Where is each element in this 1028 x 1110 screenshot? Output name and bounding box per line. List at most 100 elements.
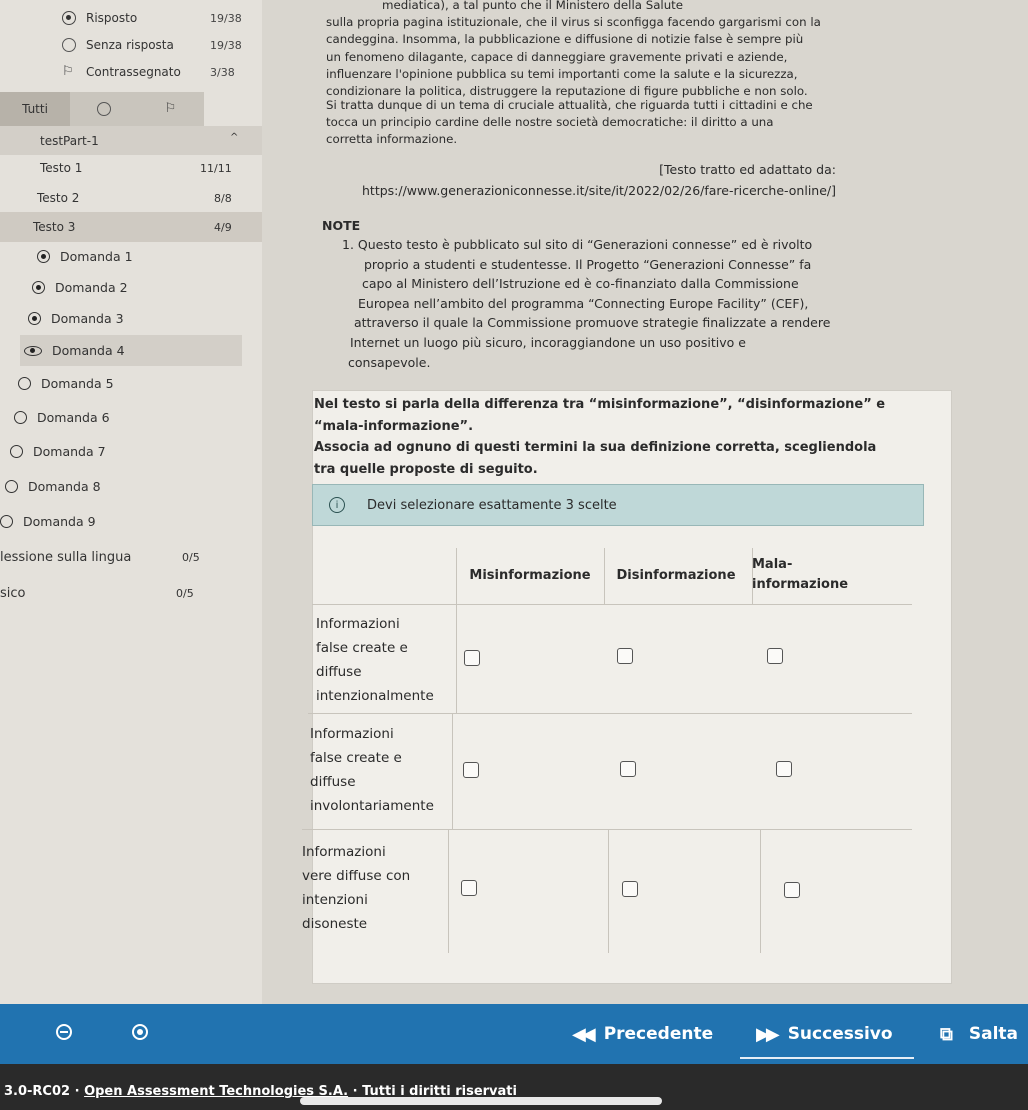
item-domanda-1[interactable]: Domanda 1 — [37, 241, 133, 272]
rewind-icon: ◀◀ — [572, 1023, 596, 1045]
item-domanda-5[interactable]: Domanda 5 — [18, 368, 114, 399]
item-domanda-2[interactable]: Domanda 2 — [32, 272, 128, 303]
section-lessico[interactable]: sico 0/5 — [0, 586, 230, 601]
zoom-out-button[interactable] — [56, 1024, 72, 1040]
unanswered-icon — [10, 445, 23, 458]
passage-line: Si tratta dunque di un tema di cruciale … — [326, 98, 813, 112]
flag-filter-icon: ⚐ — [164, 101, 177, 116]
column-header-mala-informazione: Mala- informazione — [752, 557, 849, 592]
row-label-3: Informazioni vere diffuse con intenzioni… — [302, 844, 411, 932]
test-part-label: testPart-1 — [40, 133, 99, 148]
item-label: Domanda 1 — [60, 249, 133, 264]
test-part-header[interactable]: testPart-1 ^ — [0, 126, 262, 155]
legend-unanswered-count: 19/38 — [210, 38, 242, 52]
item-label: Domanda 2 — [55, 280, 128, 295]
collapse-caret-icon[interactable]: ^ — [230, 132, 238, 143]
previous-label: Precedente — [603, 1024, 714, 1044]
next-label: Successivo — [787, 1024, 893, 1044]
checkbox-row1-mala-informazione[interactable] — [767, 648, 783, 664]
navigation-sidebar: Risposto 19/38 Senza risposta 19/38 ⚐ Co… — [0, 0, 262, 1004]
item-domanda-6[interactable]: Domanda 6 — [14, 402, 110, 433]
row-divider — [312, 604, 912, 605]
passage-line: candeggina. Insomma, la pubblicazione e … — [326, 32, 804, 47]
prompt-line: tra quelle proposte di seguito. — [314, 461, 538, 477]
section-riflessione-lingua[interactable]: lessione sulla lingua 0/5 — [0, 550, 230, 565]
prompt-line: “mala-informazione”. — [314, 418, 474, 434]
flag-icon: ⚐ — [62, 64, 74, 79]
info-icon: i — [329, 497, 345, 513]
selection-hint-text: Devi selezionare esattamente 3 scelte — [367, 497, 617, 513]
column-divider — [608, 829, 609, 953]
column-divider — [448, 829, 449, 953]
checkbox-row3-mala-informazione[interactable] — [784, 882, 800, 898]
question-prompt: Nel testo si parla della differenza tra … — [314, 394, 914, 480]
review-toggle-button[interactable] — [132, 1024, 148, 1040]
legend-flagged-count: 3/38 — [210, 65, 235, 79]
column-divider — [752, 548, 753, 604]
column-divider — [452, 713, 453, 829]
checkbox-row2-misinformazione[interactable] — [463, 762, 479, 778]
item-domanda-8[interactable]: Domanda 8 — [5, 471, 101, 502]
credit-line: [Testo tratto ed adattato da: — [659, 162, 836, 177]
unanswered-filter-icon — [96, 102, 111, 116]
filter-tab-unanswered[interactable] — [70, 92, 137, 126]
section-count: 8/8 — [214, 191, 232, 205]
note-body: 1. Questo testo è pubblicato sul sito di… — [342, 235, 862, 372]
item-label: Domanda 9 — [23, 514, 96, 529]
legend-answered-label: Risposto — [86, 11, 138, 25]
checkbox-row2-disinformazione[interactable] — [620, 761, 636, 777]
filter-tab-flagged[interactable]: ⚐ — [137, 92, 204, 126]
item-domanda-9[interactable]: Domanda 9 — [0, 506, 96, 537]
scrollbar-thumb[interactable] — [300, 1097, 662, 1105]
legend-answered-count: 19/38 — [210, 11, 242, 25]
column-divider — [604, 548, 605, 604]
section-count: 0/5 — [182, 551, 200, 564]
note-line: capo al Ministero dell’Istruzione ed è c… — [362, 276, 799, 292]
section-label: lessione sulla lingua — [0, 550, 132, 565]
column-divider — [456, 548, 457, 604]
item-domanda-7[interactable]: Domanda 7 — [10, 436, 106, 467]
section-testo-3[interactable]: Testo 3 4/9 — [0, 212, 262, 242]
previous-button[interactable]: ◀◀ Precedente — [572, 1004, 713, 1064]
unanswered-icon — [62, 38, 76, 52]
passage-line: un fenomeno dilagante, capace di dannegg… — [326, 49, 788, 64]
checkbox-row2-mala-informazione[interactable] — [776, 761, 792, 777]
skip-label: Salta — [968, 1024, 1018, 1044]
item-label: Domanda 7 — [33, 444, 106, 459]
section-count: 4/9 — [214, 220, 232, 234]
checkbox-row1-misinformazione[interactable] — [464, 650, 480, 666]
column-header-disinformazione: Disinformazione — [616, 568, 736, 583]
checkbox-row1-disinformazione[interactable] — [617, 648, 633, 664]
prompt-line: Nel testo si parla della differenza tra … — [314, 397, 886, 412]
external-skip-icon: ⧉ — [940, 1023, 953, 1045]
column-header-misinformazione: Misinformazione — [469, 568, 591, 583]
credit-url: https://www.generazioniconnesse.it/site/… — [362, 183, 836, 198]
unanswered-icon — [18, 377, 31, 390]
next-button[interactable]: ▶▶ Successivo — [756, 1004, 893, 1064]
note-line: 1. Questo testo è pubblicato sul sito di… — [342, 237, 813, 252]
legend-answered: Risposto 19/38 — [62, 11, 242, 25]
row-divider — [308, 713, 912, 714]
unanswered-icon — [0, 515, 13, 528]
row-label-2: Informazioni false create e diffuse invo… — [310, 726, 434, 814]
note-heading: NOTE — [322, 218, 361, 233]
section-testo-2[interactable]: Testo 2 8/8 — [0, 183, 262, 213]
filter-tab-all[interactable]: Tutti — [0, 92, 70, 126]
next-button-underline — [740, 1057, 914, 1059]
legend-unanswered-label: Senza risposta — [86, 38, 174, 52]
item-label: Domanda 6 — [37, 410, 110, 425]
note-line: attraverso il quale la Commissione promu… — [354, 315, 831, 331]
section-testo-1[interactable]: Testo 1 11/11 — [0, 153, 262, 183]
checkbox-row3-disinformazione[interactable] — [622, 881, 638, 897]
passage-line: influenzare l'opinione pubblica su temi … — [326, 66, 798, 81]
legend-unanswered: Senza risposta 19/38 — [62, 38, 242, 52]
section-label: Testo 1 — [40, 161, 83, 175]
item-domanda-3[interactable]: Domanda 3 — [28, 303, 124, 334]
section-count: 11/11 — [200, 161, 232, 175]
checkbox-row3-misinformazione[interactable] — [461, 880, 477, 896]
prompt-line: Associa ad ognuno di questi termini la s… — [314, 440, 877, 455]
item-label: Domanda 3 — [51, 311, 124, 326]
section-label: sico — [0, 586, 26, 601]
item-domanda-4-current[interactable]: Domanda 4 — [20, 335, 242, 366]
skip-button[interactable]: ⧉ Salta — [940, 1004, 1018, 1064]
